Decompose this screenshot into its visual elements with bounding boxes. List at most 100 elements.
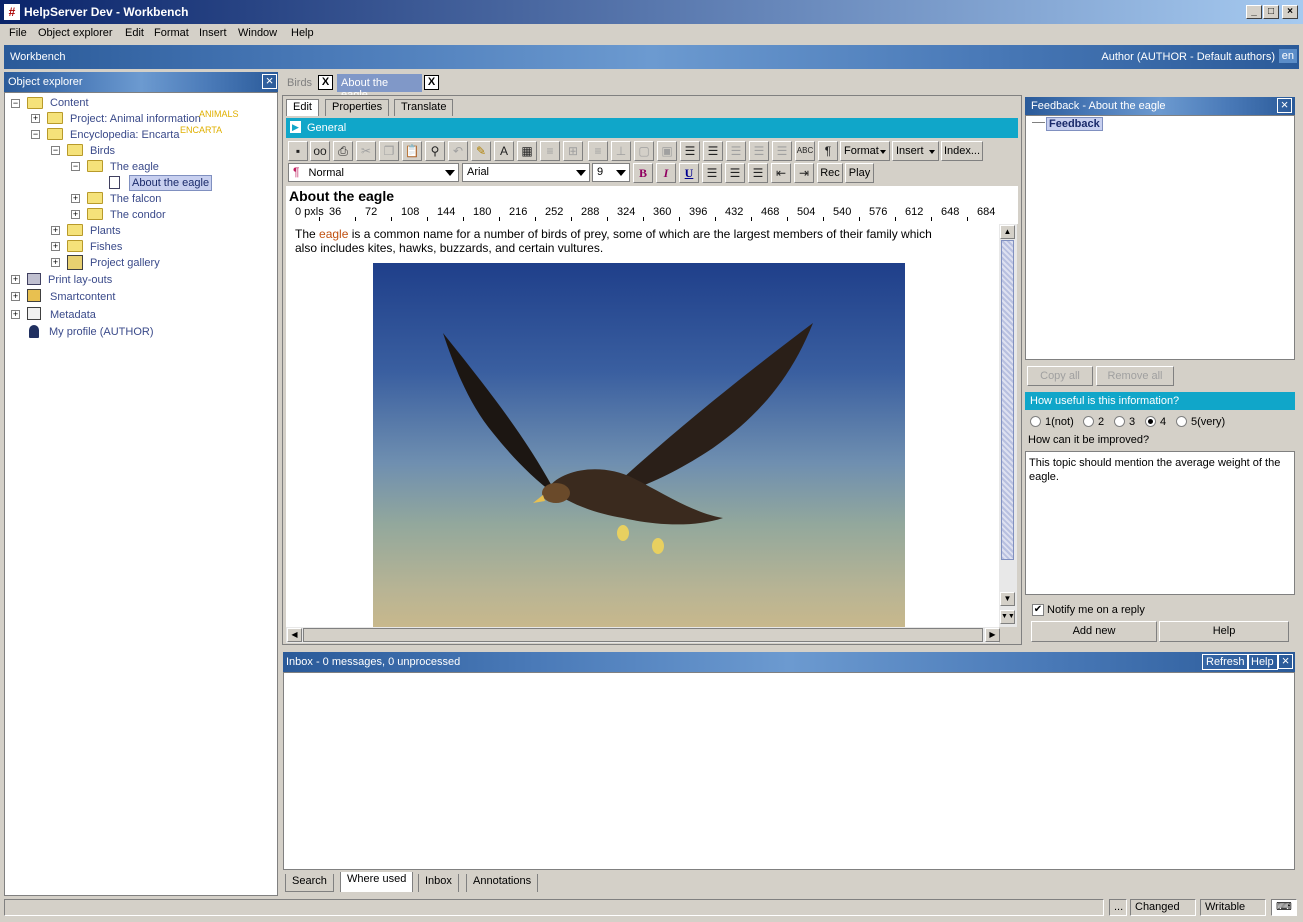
language-button[interactable]: en [1278, 49, 1297, 63]
delete-column-icon[interactable]: ⊥ [611, 141, 631, 161]
scroll-up-icon[interactable]: ▲ [1000, 225, 1015, 239]
tree-item-metadata[interactable]: Metadata [50, 307, 96, 323]
list-style-icon[interactable]: ☰ [772, 141, 792, 161]
print-icon[interactable]: ⎙ [333, 141, 353, 161]
bulleted-list-icon[interactable]: ☰ [703, 141, 723, 161]
record-button[interactable]: Rec [817, 163, 843, 183]
hscroll-thumb[interactable] [303, 628, 983, 642]
tab-properties[interactable]: Properties [325, 99, 390, 116]
inbox-refresh-button[interactable]: Refresh [1202, 654, 1249, 670]
expand-icon[interactable]: + [31, 114, 40, 123]
minimize-button[interactable]: _ [1246, 5, 1262, 19]
add-new-button[interactable]: Add new [1031, 621, 1157, 642]
collapse-icon[interactable]: − [51, 146, 60, 155]
status-more-button[interactable]: ... [1109, 899, 1127, 916]
tree-item-the-falcon[interactable]: The falcon [110, 191, 161, 207]
delete-row-icon[interactable]: ≡ [588, 141, 608, 161]
notify-checkbox[interactable]: ✔ [1032, 604, 1044, 616]
tab-annotations[interactable]: Annotations [466, 874, 539, 892]
align-center-icon[interactable]: ☰ [725, 163, 745, 183]
expand-icon[interactable]: + [11, 275, 20, 284]
feedback-help-button[interactable]: Help [1159, 621, 1289, 642]
split-cells-icon[interactable]: ▣ [657, 141, 677, 161]
list-indent-icon[interactable]: ☰ [726, 141, 746, 161]
index-button[interactable]: Index... [941, 141, 983, 161]
scroll-thumb[interactable] [1001, 240, 1014, 560]
list-outdent-icon[interactable]: ☰ [749, 141, 769, 161]
tree-item-encyclopedia[interactable]: Encyclopedia: Encarta [70, 127, 179, 143]
play-button[interactable]: Play [845, 163, 874, 183]
menu-insert[interactable]: Insert [199, 27, 227, 39]
horizontal-scrollbar[interactable]: ◀ ▶ [286, 627, 1000, 643]
doc-tab-about-the-eagle[interactable]: About the eagle [337, 74, 422, 101]
menu-file[interactable]: File [9, 27, 27, 39]
outdent-icon[interactable]: ⇤ [771, 163, 791, 183]
rating-2-radio[interactable] [1083, 416, 1094, 427]
expand-icon[interactable]: + [51, 258, 60, 267]
explorer-close-icon[interactable]: × [262, 74, 277, 89]
comment-textarea[interactable]: This topic should mention the average we… [1025, 451, 1295, 595]
align-left-icon[interactable]: ☰ [702, 163, 722, 183]
indent-icon[interactable]: ⇥ [794, 163, 814, 183]
highlight-icon[interactable]: ✎ [471, 141, 491, 161]
tree-item-project-gallery[interactable]: Project gallery [90, 255, 160, 271]
tab-edit[interactable]: Edit [286, 99, 319, 116]
tab-inbox[interactable]: Inbox [418, 874, 459, 892]
paste-icon[interactable]: 📋 [402, 141, 422, 161]
collapse-icon[interactable]: − [11, 99, 20, 108]
rating-1-radio[interactable] [1030, 416, 1041, 427]
tab-search[interactable]: Search [285, 874, 334, 892]
menu-edit[interactable]: Edit [125, 27, 144, 39]
paragraph-style-select[interactable]: ¶ Normal [288, 163, 459, 182]
cut-icon[interactable]: ✂ [356, 141, 376, 161]
remove-all-button[interactable]: Remove all [1096, 366, 1174, 386]
doc-tab-birds[interactable]: Birds [287, 77, 312, 89]
table-icon[interactable]: ▦ [517, 141, 537, 161]
expand-icon[interactable]: + [51, 242, 60, 251]
feedback-close-icon[interactable]: × [1277, 98, 1292, 113]
preview-icon[interactable]: oo [310, 141, 330, 161]
feedback-node[interactable]: Feedback [1046, 117, 1103, 131]
spellcheck-icon[interactable]: ABC [795, 141, 815, 161]
scroll-end-icon[interactable]: ▼▼ [1000, 610, 1015, 624]
tree-item-smartcontent[interactable]: Smartcontent [50, 289, 115, 305]
tree-item-content[interactable]: Content [50, 95, 89, 111]
save-icon[interactable]: ▪ [288, 141, 308, 161]
scroll-down-icon[interactable]: ▼ [1000, 592, 1015, 606]
scroll-left-icon[interactable]: ◀ [287, 628, 302, 642]
menu-format[interactable]: Format [154, 27, 189, 39]
bold-icon[interactable]: B [633, 163, 653, 183]
format-dropdown[interactable]: Format [840, 141, 890, 161]
tab-where-used[interactable]: Where used [340, 872, 414, 892]
copy-icon[interactable]: ❐ [379, 141, 399, 161]
vertical-scrollbar[interactable]: ▲ ▼ ▼▼ [999, 224, 1017, 627]
tree-item-the-eagle[interactable]: The eagle [110, 159, 159, 175]
insert-row-icon[interactable]: ≡ [540, 141, 560, 161]
numbered-list-icon[interactable]: ☰ [680, 141, 700, 161]
underline-icon[interactable]: U [679, 163, 699, 183]
collapse-icon[interactable]: − [31, 130, 40, 139]
font-size-select[interactable]: 9 [592, 163, 630, 182]
font-color-icon[interactable]: A [494, 141, 514, 161]
close-window-button[interactable]: × [1282, 5, 1298, 19]
rating-5-radio[interactable] [1176, 416, 1187, 427]
find-icon[interactable]: ⚲ [425, 141, 445, 161]
tree-item-fishes[interactable]: Fishes [90, 239, 122, 255]
insert-column-icon[interactable]: ⊞ [563, 141, 583, 161]
inbox-help-button[interactable]: Help [1247, 654, 1278, 670]
tree-item-the-condor[interactable]: The condor [110, 207, 166, 223]
close-tab-birds-icon[interactable]: X [318, 75, 333, 90]
tree-item-about-the-eagle[interactable]: About the eagle [129, 175, 213, 191]
tree-item-plants[interactable]: Plants [90, 223, 121, 239]
copy-all-button[interactable]: Copy all [1027, 366, 1093, 386]
undo-icon[interactable]: ↶ [448, 141, 468, 161]
tree-item-print-layouts[interactable]: Print lay-outs [48, 272, 112, 288]
insert-dropdown[interactable]: Insert [892, 141, 939, 161]
italic-icon[interactable]: I [656, 163, 676, 183]
font-family-select[interactable]: Arial [462, 163, 590, 182]
tree-item-birds[interactable]: Birds [90, 143, 115, 159]
menu-object-explorer[interactable]: Object explorer [38, 27, 113, 39]
rating-4-radio[interactable] [1145, 416, 1156, 427]
tree-item-my-profile[interactable]: My profile (AUTHOR) [49, 324, 154, 340]
eagle-link[interactable]: eagle [319, 227, 348, 241]
